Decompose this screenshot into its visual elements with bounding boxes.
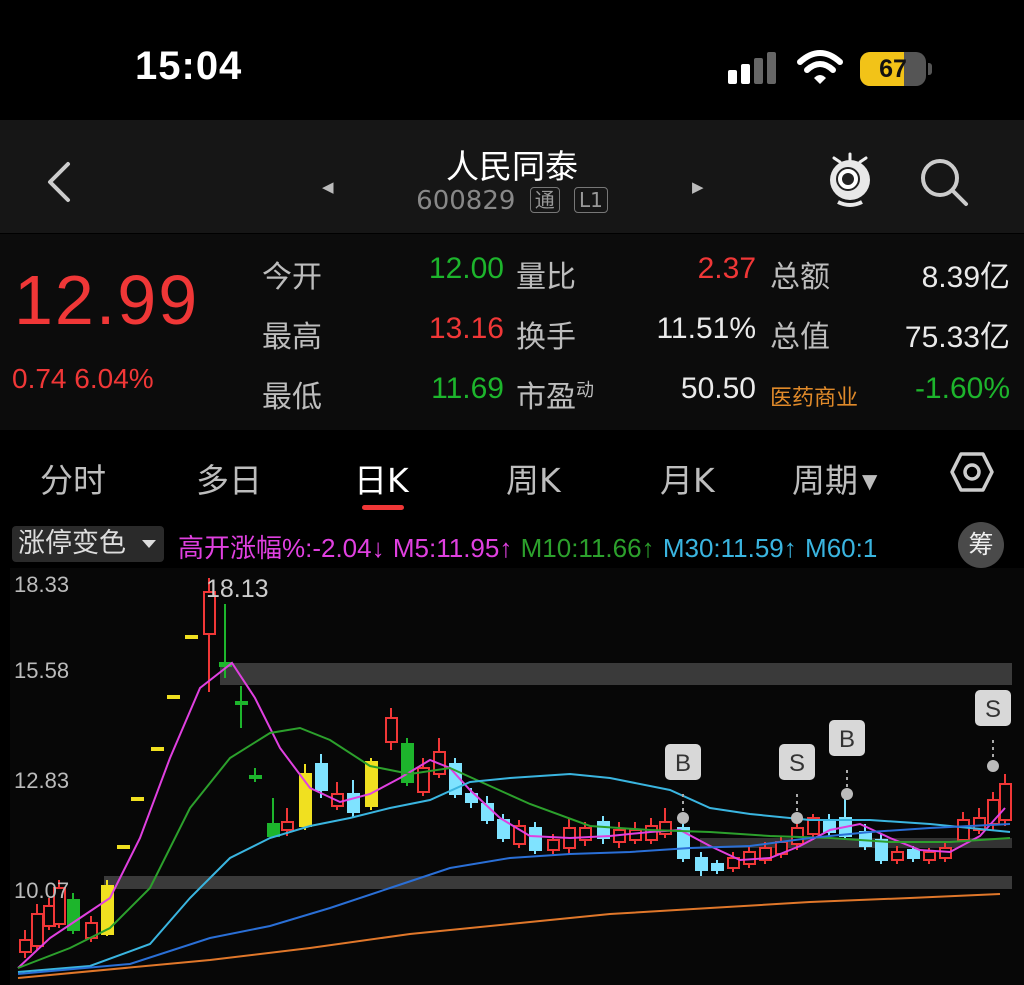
candle-body	[267, 823, 280, 837]
turnover-label: 换手	[516, 320, 576, 355]
chip-distribution-button[interactable]: 筹	[958, 522, 1004, 568]
candle-body	[629, 829, 642, 841]
y-tick-2: 15.58	[14, 658, 70, 683]
current-price: 12.99	[14, 261, 200, 339]
connect-tag: 通	[529, 187, 560, 213]
signal-label: B	[675, 750, 691, 777]
signal-dot	[677, 812, 689, 824]
candle-body	[999, 783, 1012, 821]
tab-weekly-k[interactable]: 周K	[506, 454, 561, 502]
market-cap-label: 总值	[770, 320, 830, 355]
candle-body	[547, 839, 560, 851]
tab-daily-k[interactable]: 日K	[354, 454, 409, 502]
y-tick-3: 12.83	[14, 768, 70, 793]
candle-body	[31, 913, 44, 947]
high-value: 13.16	[428, 312, 504, 345]
pe-value: 50.50	[680, 372, 756, 405]
tab-intraday[interactable]: 分时	[40, 454, 106, 502]
mascot-icon[interactable]	[826, 152, 874, 210]
low-label: 最低	[262, 380, 322, 415]
amount-label: 总额	[770, 260, 830, 295]
resistance-band	[220, 663, 1012, 685]
ma30-value: M30:11.59↑	[662, 533, 797, 563]
open-value: 12.00	[428, 252, 504, 285]
caret-down-icon: ▼	[862, 469, 878, 493]
kline-chart[interactable]: B S B S	[10, 568, 1024, 985]
candle-body	[281, 821, 294, 831]
pe-label: 市盈动	[516, 380, 594, 415]
candle-body	[875, 839, 888, 861]
price-change: 0.74 6.04%	[12, 363, 154, 394]
signal-dot	[791, 812, 803, 824]
candle-body	[315, 763, 328, 791]
low-value: 11.69	[431, 372, 504, 405]
peak-price-label: 18.13	[206, 575, 269, 603]
tab-period[interactable]: 周期 ▼	[792, 454, 877, 502]
candle-body	[151, 747, 164, 751]
battery-icon: 67	[860, 52, 932, 86]
industry-change: -1.60%	[914, 372, 1010, 405]
candle-body	[859, 831, 872, 847]
cellular-signal-icon	[728, 52, 776, 84]
candle-body	[235, 701, 248, 705]
signal-label: S	[985, 696, 1001, 723]
status-time: 15:04	[135, 44, 243, 88]
candle-body	[957, 819, 970, 841]
candle-body	[117, 845, 130, 849]
candle-body	[923, 851, 936, 861]
industry-label[interactable]: 医药商业	[770, 380, 858, 412]
search-icon[interactable]	[918, 156, 970, 208]
candle-body	[711, 863, 724, 871]
wifi-icon	[797, 50, 843, 84]
ma-indicator-values: 高开涨幅%:-2.04↓ M5:11.95↑ M10:11.66↑ M30:11…	[178, 528, 998, 565]
gap-indicator: 高开涨幅%:-2.04↓	[178, 533, 385, 563]
candle-body	[385, 717, 398, 743]
level-tag: L1	[573, 187, 608, 213]
signal-label: S	[789, 750, 805, 777]
tab-multi-day[interactable]: 多日	[196, 454, 262, 502]
turnover-value: 11.51%	[656, 312, 756, 345]
candle-body	[249, 775, 262, 779]
candle-body	[907, 849, 920, 859]
tab-monthly-k[interactable]: 月K	[660, 454, 715, 502]
signal-label: B	[839, 726, 855, 753]
support-band	[104, 876, 1012, 889]
candle-body	[695, 857, 708, 871]
signal-dot	[987, 760, 999, 772]
dropdown-caret-icon	[142, 540, 156, 548]
volume-ratio-value: 2.37	[697, 252, 756, 285]
candle-body	[167, 695, 180, 699]
active-tab-indicator	[362, 505, 404, 510]
high-label: 最高	[262, 320, 322, 355]
limit-color-dropdown[interactable]: 涨停变色	[12, 526, 164, 562]
y-tick-bottom: 10.07	[14, 878, 70, 903]
candle-body	[19, 939, 32, 953]
signal-dot	[841, 788, 853, 800]
candle-body	[365, 761, 378, 807]
candle-body	[185, 635, 198, 639]
candle-body	[891, 851, 904, 861]
candle-body	[743, 851, 756, 865]
amount-value: 8.39亿	[921, 261, 1010, 294]
candle-body	[529, 827, 542, 851]
open-label: 今开	[262, 260, 322, 295]
candle-body	[939, 847, 952, 859]
battery-level: 67	[879, 55, 907, 83]
settings-hexagon-icon[interactable]	[950, 452, 994, 492]
market-cap-value: 75.33亿	[904, 321, 1010, 354]
volume-ratio-label: 量比	[516, 260, 576, 295]
stock-code: 600829	[416, 186, 516, 216]
ma5-value: M5:11.95↑	[392, 533, 513, 563]
ma60-value: M60:1	[805, 533, 878, 563]
candle-body	[131, 797, 144, 801]
ma10-value: M10:11.66↑	[520, 533, 655, 563]
y-tick-top: 18.33	[14, 572, 70, 597]
